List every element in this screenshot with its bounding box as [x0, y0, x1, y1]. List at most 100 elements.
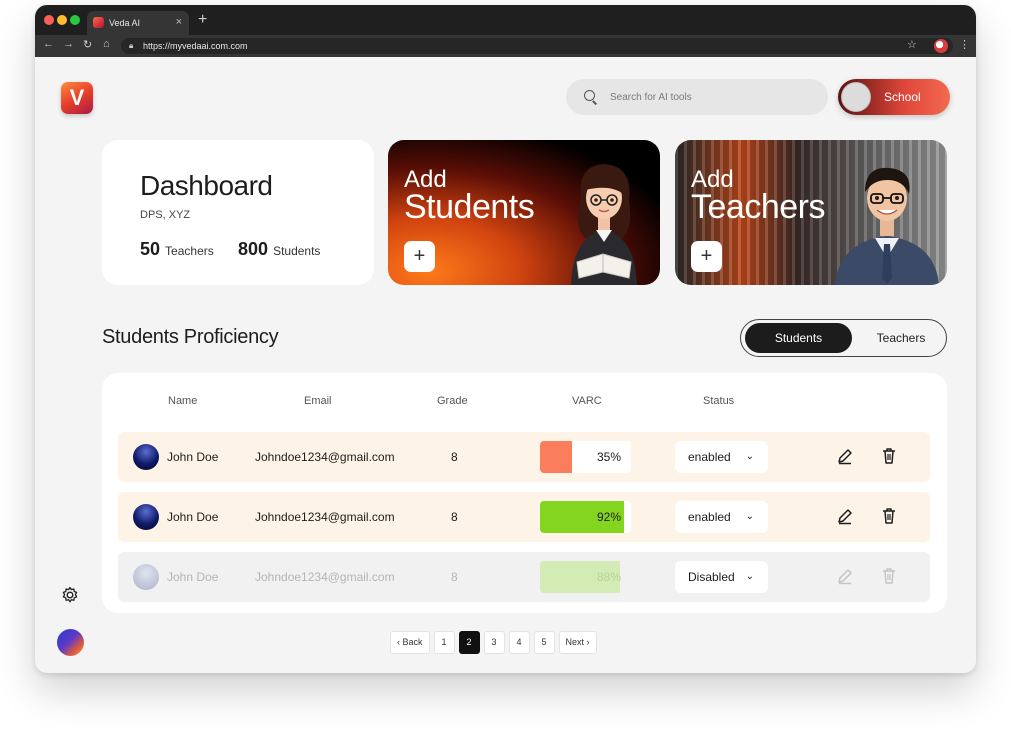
section-title: Students Proficiency: [102, 326, 279, 348]
varc-fill: [540, 441, 572, 473]
varc-value: 92%: [596, 510, 621, 524]
browser-address-bar: ← → ↻ ⌂ 🔒︎ https://myvedaai.com.com ☆ ⋮: [35, 35, 976, 57]
veda-logo[interactable]: V: [61, 82, 93, 114]
edit-pencil-icon[interactable]: [836, 507, 854, 525]
student-email: Johndoe1234@gmail.com: [255, 450, 395, 464]
student-name: John Doe: [167, 570, 219, 584]
add-students-line2: Students: [404, 188, 535, 226]
school-toggle[interactable]: School: [838, 79, 950, 115]
search-icon: [584, 90, 598, 104]
reload-icon[interactable]: ↻: [83, 38, 92, 51]
toggle-knob: [841, 82, 871, 112]
add-teachers-card[interactable]: Add Teachers +: [675, 140, 947, 285]
url-field[interactable]: 🔒︎ https://myvedaai.com.com: [121, 38, 953, 54]
page-button-2[interactable]: 2: [458, 631, 480, 654]
pagination-next-label: Next: [565, 637, 585, 647]
browser-tab-bar: Veda AI × +: [35, 5, 976, 35]
page-button-3[interactable]: 3: [483, 631, 505, 654]
trash-icon[interactable]: [881, 507, 897, 525]
browser-window: Veda AI × + ← → ↻ ⌂ 🔒︎ https://myvedaai.…: [35, 5, 976, 673]
teacher-avatar-illustration: [835, 167, 939, 285]
student-grade: 8: [451, 450, 458, 464]
student-avatar: [133, 564, 159, 590]
column-header-grade: Grade: [437, 395, 468, 407]
page-button-4[interactable]: 4: [508, 631, 530, 654]
bookmark-star-icon[interactable]: ☆: [907, 38, 917, 51]
student-name: John Doe: [167, 450, 219, 464]
dashboard-card: Dashboard DPS, XYZ 50 Teachers 800 Stude…: [102, 140, 374, 285]
tab-students[interactable]: Students: [745, 323, 852, 353]
pagination-back-label: Back: [402, 637, 423, 647]
pagination: ‹ Back 1 2 3 4 5 Next ›: [390, 631, 597, 654]
status-value: enabled: [688, 450, 731, 464]
status-value: Disabled: [688, 570, 735, 584]
add-teachers-button[interactable]: +: [691, 241, 722, 272]
dashboard-title: Dashboard: [140, 170, 273, 201]
tab-title: Veda AI: [109, 18, 141, 28]
student-avatar: [133, 444, 159, 470]
page-button-1[interactable]: 1: [433, 631, 455, 654]
varc-value: 88%: [596, 570, 621, 584]
students-label: Students: [273, 244, 321, 258]
students-stat: 800 Students: [238, 239, 320, 260]
edit-pencil-icon[interactable]: [836, 447, 854, 465]
student-grade: 8: [451, 570, 458, 584]
tab-close-icon[interactable]: ×: [176, 16, 182, 28]
school-name: DPS, XYZ: [140, 209, 191, 221]
students-count: 800: [238, 239, 269, 259]
column-header-name: Name: [168, 395, 198, 407]
user-avatar[interactable]: [57, 629, 84, 656]
varc-progress: 88%: [540, 561, 631, 593]
forward-arrow-icon[interactable]: →: [63, 38, 74, 50]
status-dropdown[interactable]: enabled ⌄: [675, 501, 768, 533]
status-value: enabled: [688, 510, 731, 524]
proficiency-table: Name Email Grade VARC Status John Doe Jo…: [102, 373, 947, 613]
trash-icon: [883, 568, 895, 584]
browser-profile-avatar[interactable]: [934, 39, 948, 53]
add-students-button[interactable]: +: [404, 241, 435, 272]
add-teachers-line2: Teachers: [691, 188, 825, 226]
favicon-icon: [93, 17, 104, 28]
pagination-back-button[interactable]: ‹ Back: [390, 631, 430, 654]
maximize-window-icon[interactable]: [70, 15, 80, 25]
browser-tab[interactable]: Veda AI ×: [87, 11, 189, 35]
url-text: https://myvedaai.com.com: [143, 41, 248, 51]
student-grade: 8: [451, 510, 458, 524]
chevron-down-icon: ⌄: [745, 511, 754, 522]
varc-progress: 92%: [540, 501, 631, 533]
status-dropdown[interactable]: Disabled ⌄: [675, 561, 768, 593]
trash-icon[interactable]: [881, 447, 897, 465]
logo-letter: V: [69, 85, 85, 110]
school-toggle-label: School: [884, 90, 921, 104]
tab-teachers[interactable]: Teachers: [859, 323, 943, 353]
search-bar[interactable]: [566, 79, 828, 115]
settings-gear-icon[interactable]: [61, 586, 79, 604]
student-avatar: [133, 504, 159, 530]
chevron-down-icon: ⌄: [745, 571, 754, 582]
close-window-icon[interactable]: [44, 15, 54, 25]
home-icon[interactable]: ⌂: [103, 38, 110, 50]
student-email: Johndoe1234@gmail.com: [255, 510, 395, 524]
new-tab-icon[interactable]: +: [198, 11, 207, 29]
table-row: John Doe Johndoe1234@gmail.com 8 92% ena…: [118, 492, 930, 542]
add-students-card[interactable]: Add Students +: [388, 140, 660, 285]
minimize-window-icon[interactable]: [57, 15, 67, 25]
teachers-stat: 50 Teachers: [140, 239, 214, 260]
student-email: Johndoe1234@gmail.com: [255, 570, 395, 584]
students-teachers-switch: Students Teachers: [740, 319, 947, 357]
lock-icon: 🔒︎: [129, 41, 134, 50]
pagination-next-button[interactable]: Next ›: [558, 631, 597, 654]
search-input[interactable]: [610, 91, 810, 103]
browser-menu-icon[interactable]: ⋮: [959, 38, 970, 51]
back-arrow-icon[interactable]: ←: [43, 38, 54, 50]
teachers-count: 50: [140, 239, 161, 259]
student-avatar-illustration: [571, 164, 637, 285]
edit-pencil-icon: [838, 569, 852, 585]
chevron-down-icon: ⌄: [745, 451, 754, 462]
table-row: John Doe Johndoe1234@gmail.com 8 88% Dis…: [118, 552, 930, 602]
status-dropdown[interactable]: enabled ⌄: [675, 441, 768, 473]
page-button-5[interactable]: 5: [533, 631, 555, 654]
varc-value: 35%: [596, 450, 621, 464]
varc-progress: 35%: [540, 441, 631, 473]
teachers-label: Teachers: [165, 244, 214, 258]
